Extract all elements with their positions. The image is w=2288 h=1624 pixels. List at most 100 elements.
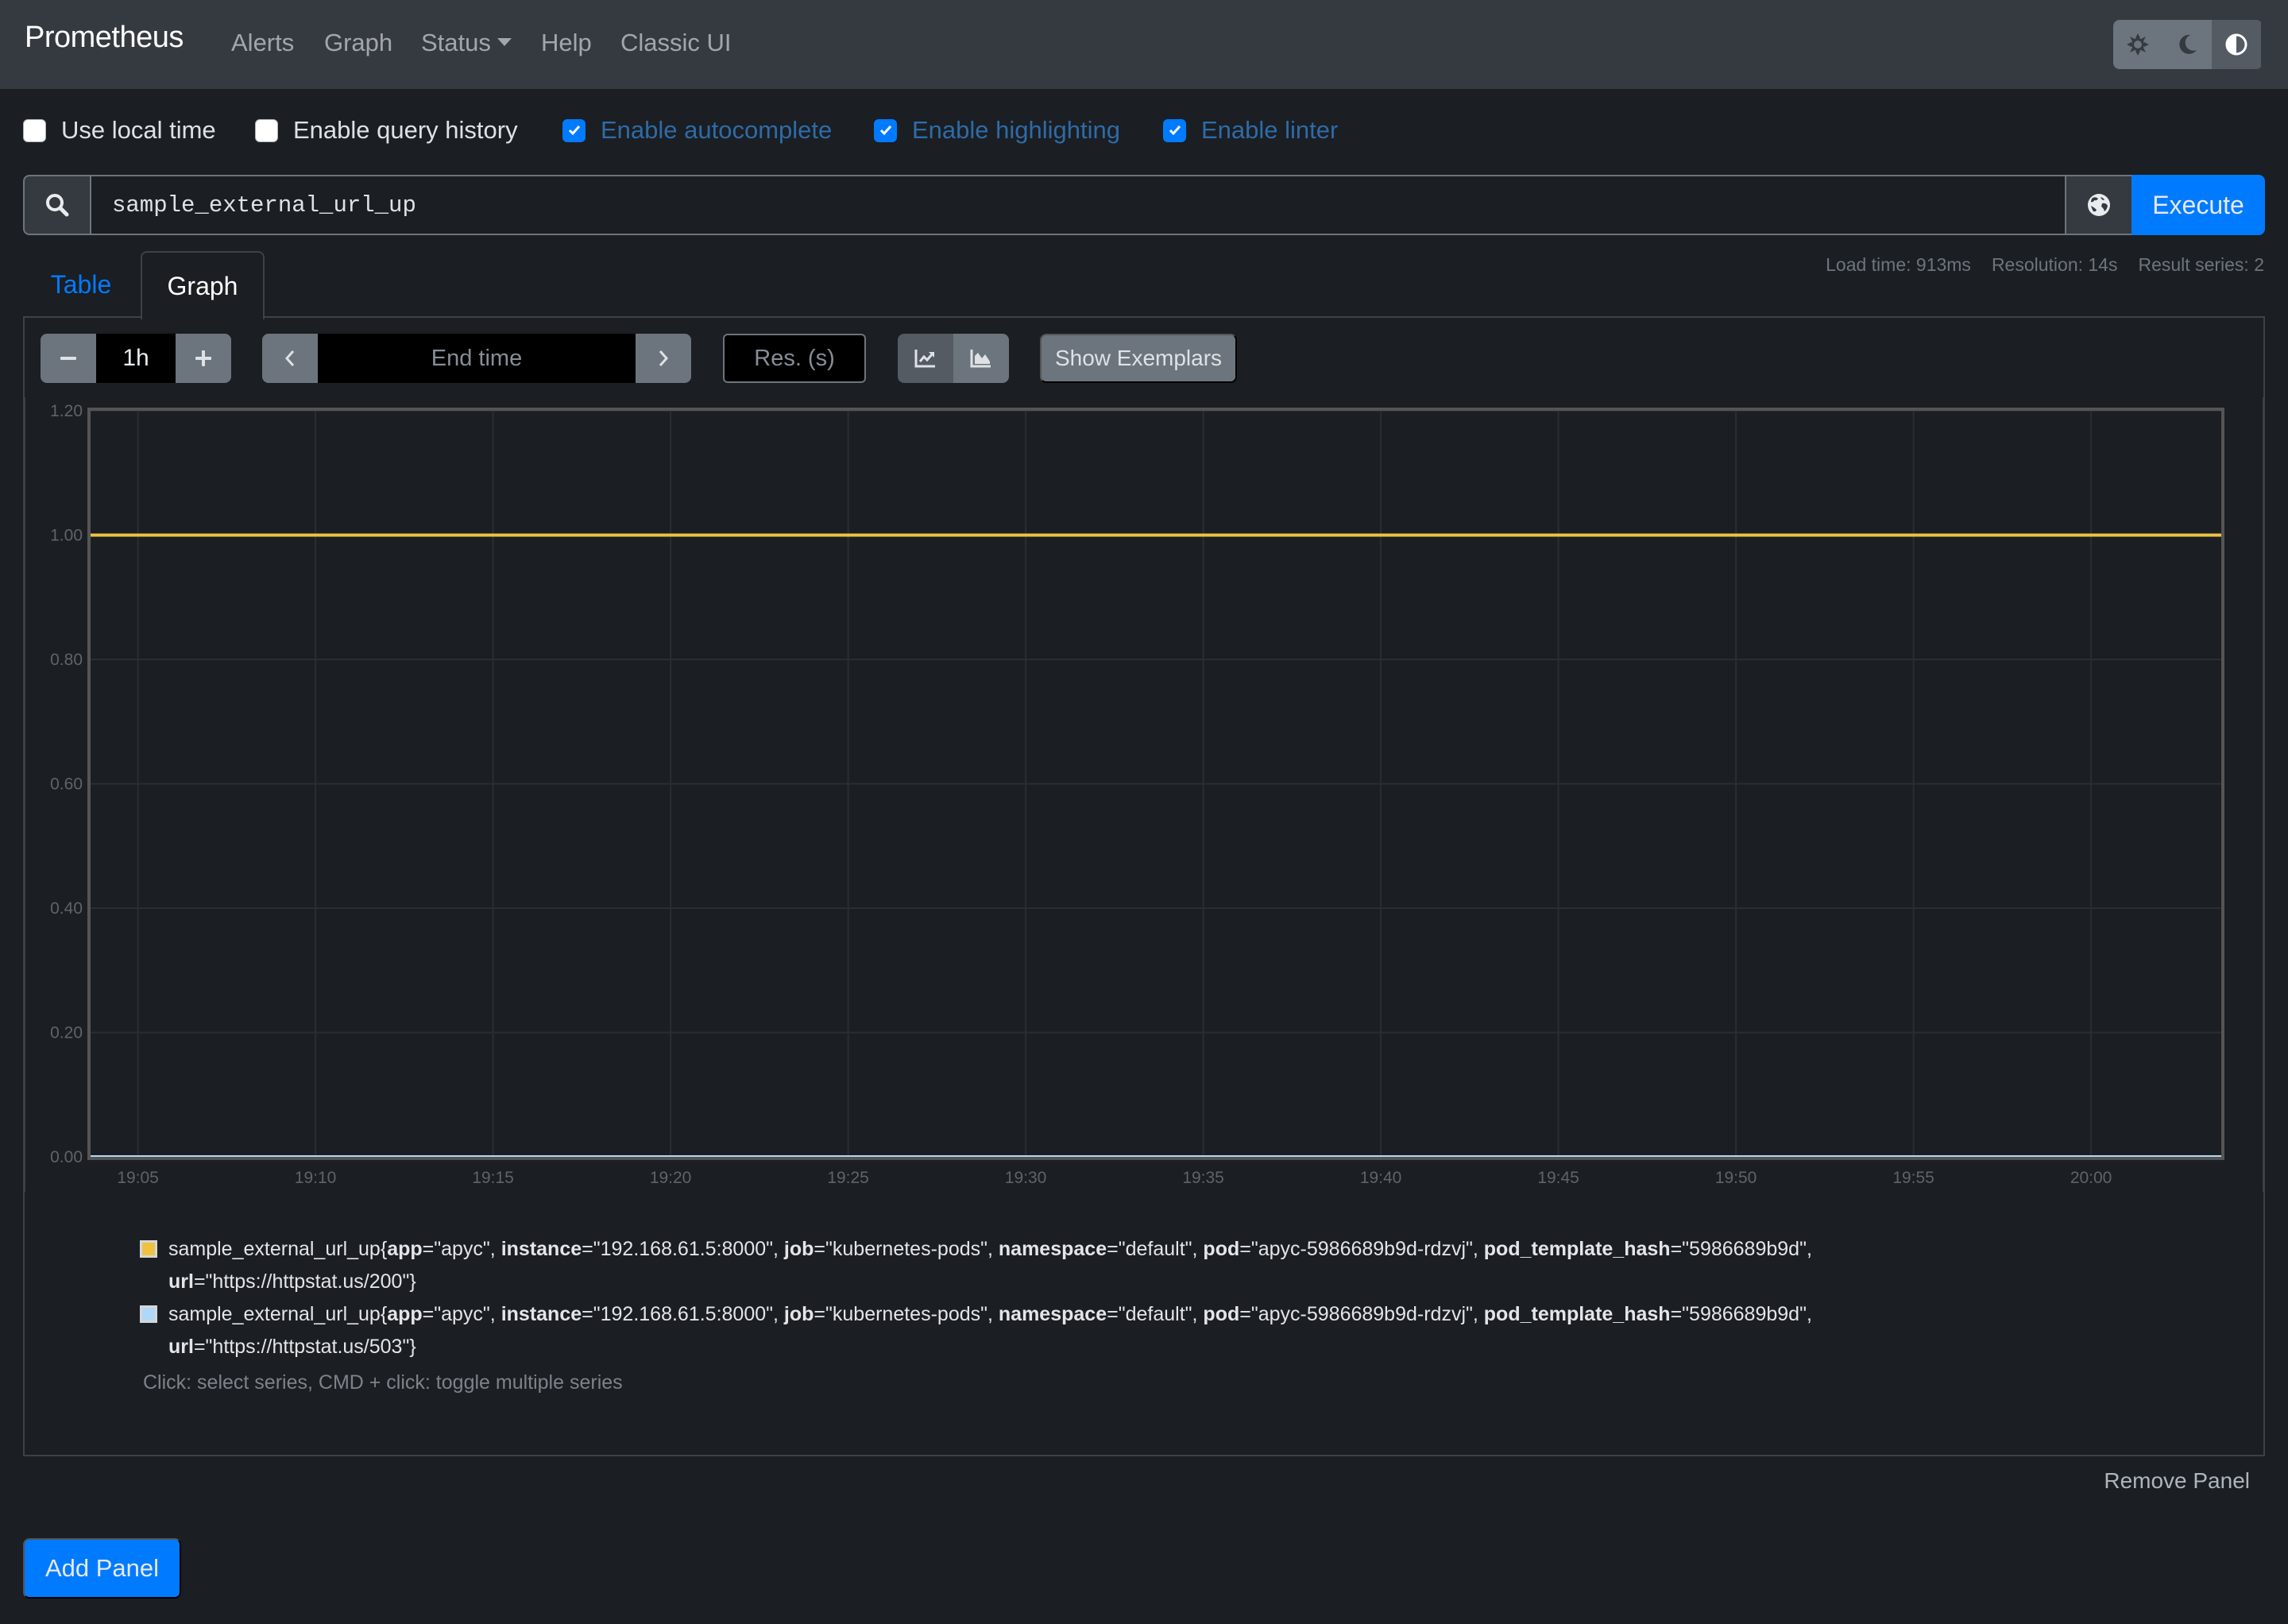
legend-swatch [140,1305,157,1323]
option-enable-query-history[interactable]: Enable query history [255,114,518,146]
checkbox-enable-query-history[interactable] [255,118,278,142]
legend-label-value: ="apyc-5986689b9d-rdzvj", [1239,1238,1484,1260]
increase-range-button[interactable] [176,334,231,383]
chevron-down-icon [497,37,512,46]
y-tick-label: 0.60 [50,775,83,794]
legend-label-value: ="5986689b9d", [1670,1303,1812,1325]
graph-chart[interactable]: 0.000.200.400.600.801.001.20 19:05 19:10 1… [0,397,2288,1192]
legend-label-key: app [387,1238,423,1260]
nav-status-label: Status [421,29,491,56]
checkbox-enable-highlighting[interactable] [874,118,897,142]
x-tick-label: 19:20 [650,1169,692,1187]
resolution-input[interactable]: Res. (s) [723,334,866,383]
legend-hint: Click: select series, CMD + click: toggl… [143,1371,623,1394]
x-tick-label: 19:15 [472,1169,514,1187]
search-icon-container [23,175,90,235]
legend-label-value: ="5986689b9d", [1670,1238,1812,1260]
navbar: Prometheus Alerts Graph Status Help Clas… [0,0,2288,89]
legend-label-key: namespace [998,1238,1107,1260]
add-panel-button[interactable]: Add Panel [23,1538,181,1599]
option-enable-autocomplete[interactable]: Enable autocomplete [562,114,832,146]
expression-input[interactable]: sample_external_url_up [90,175,2066,235]
legend-label-value: ="https://httpstat.us/503"} [193,1336,416,1358]
legend-label-key: pod_template_hash [1483,1238,1671,1260]
x-tick-label: 19:30 [1005,1169,1047,1187]
option-enable-highlighting[interactable]: Enable highlighting [874,114,1120,146]
x-tick-label: 19:40 [1360,1169,1402,1187]
legend-label-value: ="default", [1107,1303,1204,1325]
x-tick-label: 19:55 [1892,1169,1934,1187]
x-tick-label: 19:35 [1182,1169,1224,1187]
legend-item[interactable]: sample_external_url_up{app="apyc", insta… [140,1298,1927,1363]
option-use-local-time[interactable]: Use local time [23,114,216,146]
previous-time-button[interactable] [262,334,318,383]
brand-logo[interactable]: Prometheus [25,21,184,55]
legend-item[interactable]: sample_external_url_up{app="apyc", insta… [140,1233,1927,1298]
check-icon [1169,126,1181,136]
legend-label-key: job [783,1303,814,1325]
tab-table[interactable]: Table [27,251,135,318]
remove-panel-link[interactable]: Remove Panel [2104,1468,2250,1494]
nav-status-dropdown[interactable]: Status [421,29,512,57]
range-input[interactable]: 1h [96,334,176,383]
legend-metric-name: sample_external_url_up{ [168,1303,388,1325]
theme-light-button[interactable] [2113,20,2162,69]
theme-dark-button[interactable] [2162,20,2212,69]
unstacked-button[interactable] [898,334,953,383]
legend-label-key: instance [500,1238,582,1260]
nav-graph[interactable]: Graph [324,29,392,57]
show-exemplars-button[interactable]: Show Exemplars [1040,334,1237,383]
legend-label-key: job [783,1238,814,1260]
option-label: Enable highlighting [912,116,1120,144]
y-tick-label: 1.00 [50,527,83,545]
legend-label-value: ="default", [1107,1238,1204,1260]
decrease-range-button[interactable] [41,334,96,383]
stacked-button[interactable] [953,334,1009,383]
legend-label-key: app [387,1303,423,1325]
nav-classic-ui[interactable]: Classic UI [620,29,732,57]
end-time-input[interactable]: End time [318,334,636,383]
legend-label-value: ="https://httpstat.us/200"} [193,1270,416,1293]
execute-button[interactable]: Execute [2131,175,2265,235]
metrics-explorer-button[interactable] [2066,175,2131,235]
checkbox-enable-linter[interactable] [1163,118,1186,142]
resolution: Resolution: 14s [1991,254,2118,275]
legend: sample_external_url_up{app="apyc", insta… [140,1233,1927,1363]
result-series: Result series: 2 [2138,254,2264,275]
x-tick-label: 19:50 [1715,1169,1757,1187]
grid [24,397,2264,1192]
chart-type-group [898,334,1009,383]
query-bar: sample_external_url_up Execute [23,175,2265,235]
chevron-right-icon [659,350,669,366]
legend-label-value: ="kubernetes-pods", [814,1238,999,1260]
minus-icon [60,357,76,360]
area-chart-icon [970,350,991,368]
nav-alerts[interactable]: Alerts [231,29,294,57]
tab-graph[interactable]: Graph [141,251,265,319]
x-axis: 19:05 19:10 19:15 19:20 19:25 19:30 19:35 19:40… [117,1169,2112,1187]
checkbox-use-local-time[interactable] [23,118,46,142]
option-enable-linter[interactable]: Enable linter [1163,114,1338,146]
legend-label-key: url [168,1270,194,1293]
legend-label-key: url [168,1336,194,1358]
x-tick-label: 20:00 [2070,1169,2112,1187]
legend-label-value: ="apyc", [422,1303,501,1325]
sun-icon [2127,33,2149,56]
legend-label-value: ="apyc", [422,1238,501,1260]
legend-label-value: ="192.168.61.5:8000", [582,1303,784,1325]
check-icon [568,126,580,136]
y-tick-label: 0.20 [50,1024,83,1042]
next-time-button[interactable] [636,334,691,383]
theme-auto-button[interactable] [2212,20,2261,69]
chevron-left-icon [284,350,295,366]
legend-label-key: pod [1203,1238,1240,1260]
globe-icon [2088,194,2110,216]
search-icon [46,194,69,217]
legend-label-key: pod_template_hash [1483,1303,1671,1325]
y-tick-label: 0.80 [50,651,83,669]
nav-help[interactable]: Help [541,29,592,57]
range-input-group: 1h [41,334,231,383]
theme-toggle-group [2113,20,2263,69]
checkbox-enable-autocomplete[interactable] [562,118,586,142]
y-tick-label: 0.00 [50,1148,83,1166]
